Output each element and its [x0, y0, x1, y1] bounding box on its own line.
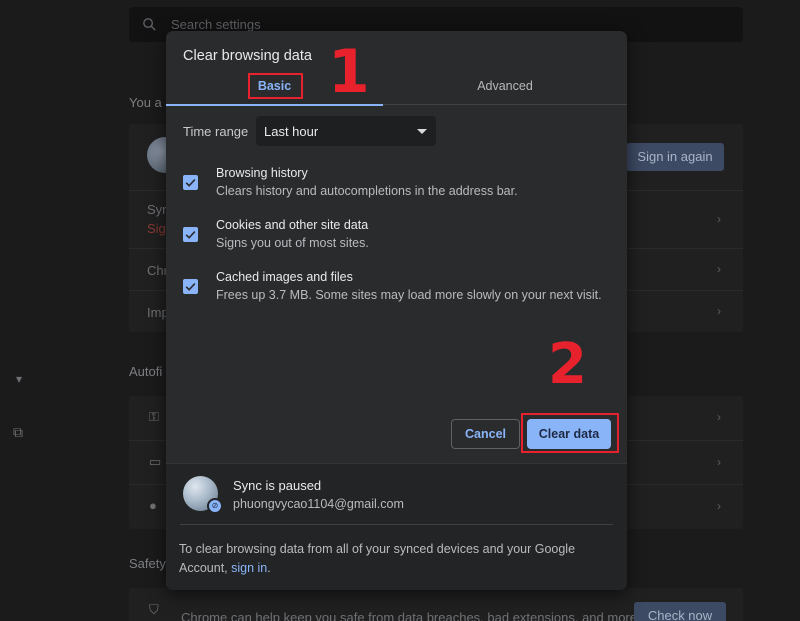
- check-now-button[interactable]: Check now: [634, 602, 726, 621]
- sync-status-title: Sync is paused: [233, 478, 322, 493]
- sign-in-again-button[interactable]: Sign in again: [626, 143, 724, 171]
- clear-data-highlight-box: [521, 413, 619, 453]
- sync-status-section: ⊘ Sync is paused phuongvycao1104@gmail.c…: [166, 463, 627, 590]
- account-email: phuongvycao1104@gmail.com: [233, 497, 404, 511]
- checkmark-icon: [185, 282, 196, 291]
- checkmark-icon: [185, 230, 196, 239]
- dialog-title: Clear browsing data: [183, 48, 312, 64]
- safety-check-card: ⛉ Chrome can help keep you safe from dat…: [129, 588, 743, 621]
- open-external-icon[interactable]: ⧉: [13, 424, 23, 441]
- cookies-checkbox[interactable]: [183, 227, 198, 242]
- chevron-right-icon: ›: [717, 304, 721, 318]
- safety-check-text: Chrome can help keep you safe from data …: [181, 610, 637, 621]
- chevron-right-icon: ›: [717, 410, 721, 424]
- chevron-right-icon: ›: [717, 499, 721, 513]
- credit-card-icon: ▭: [149, 454, 162, 469]
- shield-icon: ⛉: [149, 602, 159, 617]
- step-1-label: 1: [328, 37, 370, 107]
- dropdown-arrow-icon: [417, 129, 427, 134]
- basic-tab-highlight-box: [248, 73, 303, 99]
- safety-check-heading: Safety: [129, 556, 166, 571]
- key-icon: ⚿: [149, 409, 159, 424]
- time-range-select[interactable]: Last hour: [256, 116, 436, 146]
- option-subtitle: Clears history and autocompletions in th…: [216, 184, 518, 198]
- location-pin-icon: ●: [149, 498, 157, 513]
- time-range-value: Last hour: [264, 124, 319, 139]
- chevron-right-icon: ›: [717, 262, 721, 276]
- sync-note-end: .: [267, 561, 271, 575]
- search-placeholder: Search settings: [171, 17, 261, 32]
- sync-paused-icon: ⊘: [207, 498, 223, 514]
- sign-in-link[interactable]: sign in: [231, 561, 267, 575]
- cancel-button[interactable]: Cancel: [451, 419, 520, 449]
- tab-bar: Basic Advanced: [166, 71, 627, 106]
- you-and-google-heading: You a: [129, 95, 162, 110]
- option-title: Browsing history: [216, 166, 308, 180]
- chevron-right-icon: ›: [717, 455, 721, 469]
- tab-advanced[interactable]: Advanced: [383, 71, 627, 105]
- sync-row-sublabel: Sig: [147, 221, 166, 236]
- caret-down-icon[interactable]: ▾: [16, 372, 22, 386]
- search-icon: [143, 18, 156, 31]
- clear-browsing-data-dialog: Clear browsing data Basic Advanced Time …: [166, 31, 627, 590]
- chrome-row-label: Chr: [147, 263, 168, 278]
- step-2-label: 2: [548, 332, 587, 397]
- tab-advanced-label: Advanced: [477, 79, 533, 93]
- chevron-right-icon: ›: [717, 212, 721, 226]
- option-title: Cached images and files: [216, 270, 353, 284]
- option-subtitle: Signs you out of most sites.: [216, 236, 369, 250]
- divider: [180, 524, 613, 525]
- browsing-history-checkbox[interactable]: [183, 175, 198, 190]
- checkmark-icon: [185, 178, 196, 187]
- sync-note: To clear browsing data from all of your …: [179, 540, 599, 578]
- autofill-heading: Autofi: [129, 364, 163, 379]
- time-range-label: Time range: [183, 124, 249, 139]
- option-subtitle: Frees up 3.7 MB. Some sites may load mor…: [216, 288, 602, 302]
- cached-images-checkbox[interactable]: [183, 279, 198, 294]
- option-title: Cookies and other site data: [216, 218, 369, 232]
